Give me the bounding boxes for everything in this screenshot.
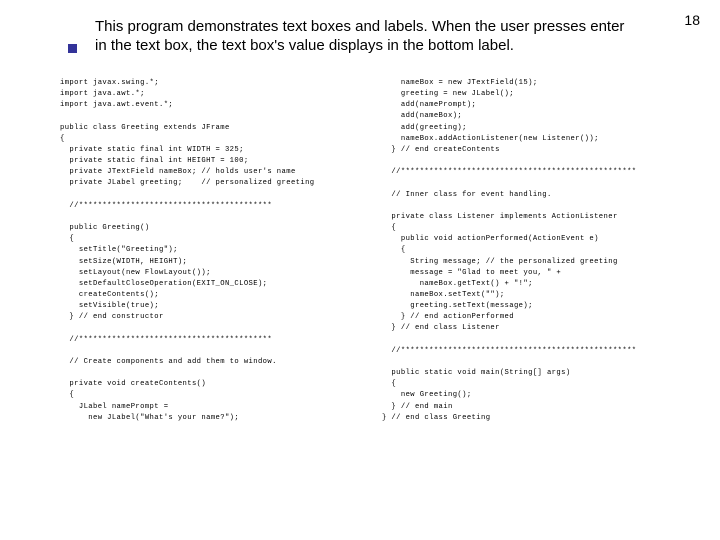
code-area: import javax.swing.*; import java.awt.*;… — [60, 78, 690, 530]
slide: 18 This program demonstrates text boxes … — [0, 0, 720, 540]
page-number: 18 — [684, 12, 700, 28]
bullet-icon — [68, 44, 77, 53]
code-left-column: import javax.swing.*; import java.awt.*;… — [60, 78, 368, 530]
code-right-column: nameBox = new JTextField(15); greeting =… — [382, 78, 690, 530]
slide-title: This program demonstrates text boxes and… — [95, 18, 640, 56]
